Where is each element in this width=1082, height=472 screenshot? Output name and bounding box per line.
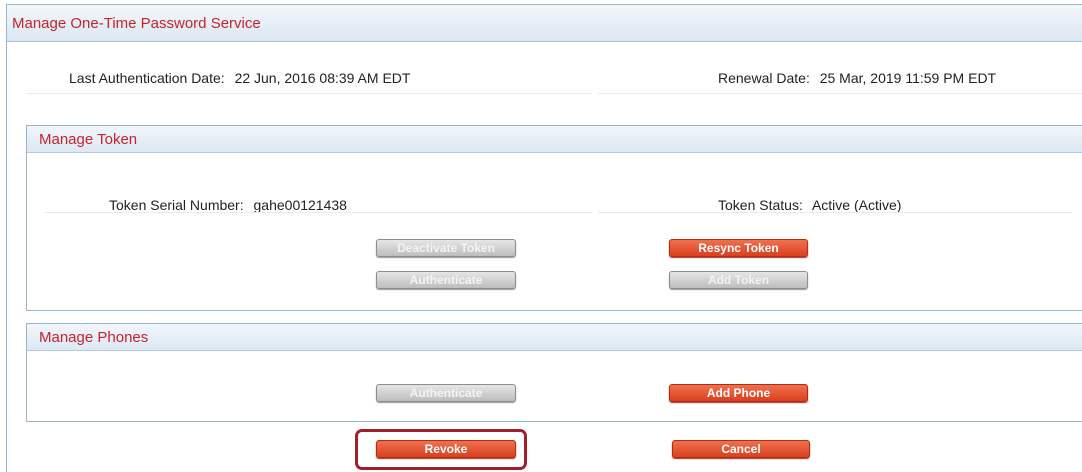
renewal-label: Renewal Date: [718,70,810,86]
revoke-button[interactable]: Revoke [376,440,516,458]
token-status-row: Token Status: Active (Active) [718,197,901,213]
deactivate-token-button[interactable]: Deactivate Token [376,239,516,257]
renewal-value: 25 Mar, 2019 11:59 PM EDT [819,70,997,86]
title-bar: Manage One-Time Password Service [7,5,1082,42]
manage-phones-header: Manage Phones [27,324,1082,351]
manage-token-title: Manage Token [39,131,138,148]
token-serial-row: Token Serial Number: gahe00121438 [109,197,347,213]
renewal-row: Renewal Date: 25 Mar, 2019 11:59 PM EDT [718,70,996,86]
manage-phones-panel: Manage Phones [26,323,1082,422]
add-phone-button[interactable]: Add Phone [669,384,808,402]
token-status-label: Token Status: [718,197,803,213]
divider [598,212,1072,213]
authenticate-phone-button[interactable]: Authenticate [376,384,516,402]
manage-phones-title: Manage Phones [39,329,149,346]
last-auth-value: 22 Jun, 2016 08:39 AM EDT [234,70,411,86]
token-serial-label: Token Serial Number: [109,197,244,213]
token-status-value: Active (Active) [811,197,902,213]
page-title: Manage One-Time Password Service [12,15,261,32]
manage-token-header: Manage Token [27,126,1082,153]
manage-token-panel: Manage Token [26,125,1082,311]
resync-token-button[interactable]: Resync Token [669,239,808,257]
divider [26,93,592,94]
last-auth-row: Last Authentication Date: 22 Jun, 2016 0… [69,70,410,86]
authenticate-token-button[interactable]: Authenticate [376,271,516,289]
divider [44,212,592,213]
divider [598,93,1082,94]
add-token-button[interactable]: Add Token [669,271,808,289]
last-auth-label: Last Authentication Date: [69,70,225,86]
cancel-button[interactable]: Cancel [672,440,810,458]
token-serial-value: gahe00121438 [253,197,347,213]
